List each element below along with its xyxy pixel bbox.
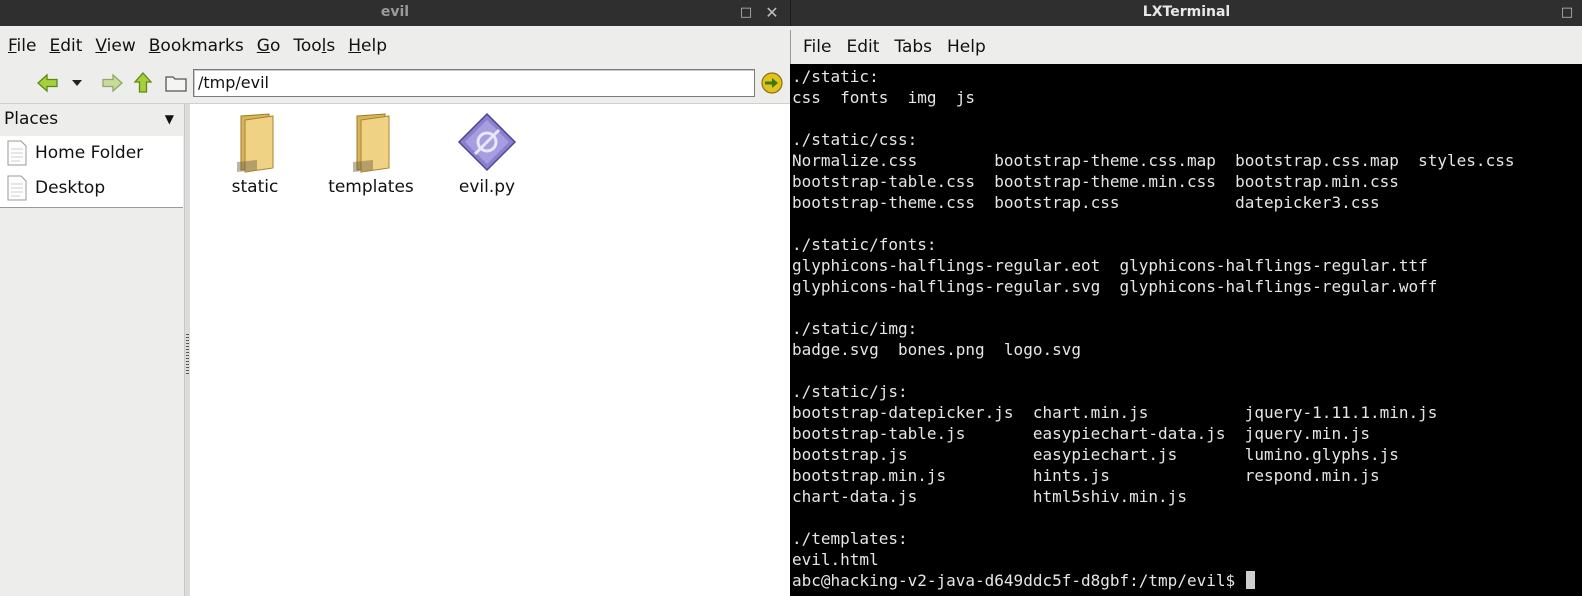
terminal-line: ./static/fonts:	[792, 235, 937, 254]
terminal-titlebar[interactable]: LXTerminal □	[790, 0, 1582, 26]
go-icon[interactable]	[760, 71, 784, 95]
place-home-folder[interactable]: Home Folder	[0, 136, 183, 170]
location-bar-input[interactable]: /tmp/evil	[193, 69, 755, 97]
file-view: static templates evil.py	[190, 104, 790, 596]
python-file-icon	[457, 112, 517, 172]
splitter-grip[interactable]	[186, 334, 189, 376]
terminal-line: ./static/js:	[792, 382, 908, 401]
document-icon	[7, 140, 27, 166]
places-title: Places	[4, 109, 59, 129]
menu-item[interactable]: Go	[251, 30, 287, 62]
menu-edit[interactable]: Edit	[839, 31, 886, 63]
terminal-menubar: File Edit Tabs Help	[790, 30, 1582, 64]
places-list: Home Folder Desktop	[0, 136, 183, 208]
terminal-line: chart-data.js html5shiv.min.js	[792, 487, 1187, 506]
terminal-prompt: abc@hacking-v2-java-d649ddc5f-d8gbf:/tmp…	[792, 571, 1245, 590]
window-title: evil	[380, 4, 410, 20]
folder-location-icon[interactable]	[164, 71, 188, 95]
terminal-line: bootstrap-table.css bootstrap-theme.min.…	[792, 172, 1399, 191]
menu-item[interactable]: View	[89, 30, 141, 62]
maximize-icon[interactable]: □	[738, 5, 754, 21]
file-name: templates	[328, 177, 414, 197]
places-header[interactable]: Places ▼	[0, 104, 184, 134]
terminal-line: glyphicons-halflings-regular.svg glyphic…	[792, 277, 1438, 296]
file-item-static[interactable]: static	[200, 110, 310, 197]
place-label: Desktop	[35, 178, 106, 198]
terminal-line: Normalize.css bootstrap-theme.css.map bo…	[792, 151, 1515, 170]
menu-item[interactable]: Help	[342, 30, 393, 62]
folder-icon	[237, 113, 274, 173]
terminal-line: css fonts img js	[792, 88, 976, 107]
terminal-prompt-line[interactable]: abc@hacking-v2-java-d649ddc5f-d8gbf:/tmp…	[792, 570, 1580, 591]
folder-icon	[353, 113, 390, 173]
menu-file[interactable]: File	[796, 31, 838, 63]
terminal-line: bootstrap-theme.css bootstrap.css datepi…	[792, 193, 1380, 212]
terminal-line: glyphicons-halflings-regular.eot glyphic…	[792, 256, 1428, 275]
terminal-line: ./static/img:	[792, 319, 918, 338]
menu-help[interactable]: Help	[940, 31, 993, 63]
terminal-line: bootstrap-table.js easypiechart-data.js …	[792, 424, 1370, 443]
menu-item[interactable]: Edit	[43, 30, 88, 62]
file-name: evil.py	[458, 177, 516, 197]
file-name: static	[231, 177, 279, 197]
place-label: Home Folder	[35, 143, 144, 163]
terminal-line: ./templates:	[792, 529, 908, 548]
terminal-line: bootstrap.js easypiechart.js lumino.glyp…	[792, 445, 1399, 464]
close-icon[interactable]: ✕	[764, 5, 780, 21]
terminal-line: evil.html	[792, 550, 879, 569]
menu-item[interactable]: File	[2, 30, 42, 62]
menu-item[interactable]: Tools	[287, 30, 341, 62]
file-item-templates[interactable]: templates	[316, 110, 426, 197]
terminal-window: LXTerminal □ File Edit Tabs Help ./stati…	[790, 0, 1582, 596]
window-title: LXTerminal	[1142, 4, 1231, 20]
history-dropdown-icon[interactable]	[68, 74, 86, 92]
sidebar: Places ▼ Home Folder Desktop	[0, 104, 184, 596]
terminal-output[interactable]: ./static: css fonts img js ./static/css: No…	[792, 66, 1580, 596]
terminal-line: badge.svg bones.png logo.svg	[792, 340, 1081, 359]
menu-tabs[interactable]: Tabs	[887, 31, 939, 63]
place-desktop[interactable]: Desktop	[0, 171, 183, 205]
file-manager-window: evil □ ✕ File Edit View Bookmarks Go Tools Hel…	[0, 0, 790, 596]
chevron-down-icon[interactable]: ▼	[165, 104, 174, 134]
terminal-line: bootstrap.min.js hints.js respond.min.js	[792, 466, 1380, 485]
terminal-line: ./static:	[792, 67, 879, 86]
up-arrow-icon[interactable]	[131, 71, 155, 95]
terminal-cursor	[1245, 571, 1255, 589]
terminal-line: bootstrap-datepicker.js chart.min.js jqu…	[792, 403, 1438, 422]
file-manager-menubar: File Edit View Bookmarks Go Tools Help	[0, 30, 790, 62]
file-item-evil-py[interactable]: evil.py	[432, 110, 542, 197]
document-icon	[7, 175, 27, 201]
maximize-icon[interactable]: □	[1559, 5, 1575, 21]
forward-arrow-icon[interactable]	[100, 71, 124, 95]
file-manager-titlebar[interactable]: evil □ ✕	[0, 0, 790, 26]
menu-item[interactable]: Bookmarks	[143, 30, 250, 62]
back-arrow-icon[interactable]	[36, 71, 60, 95]
terminal-line: ./static/css:	[792, 130, 918, 149]
